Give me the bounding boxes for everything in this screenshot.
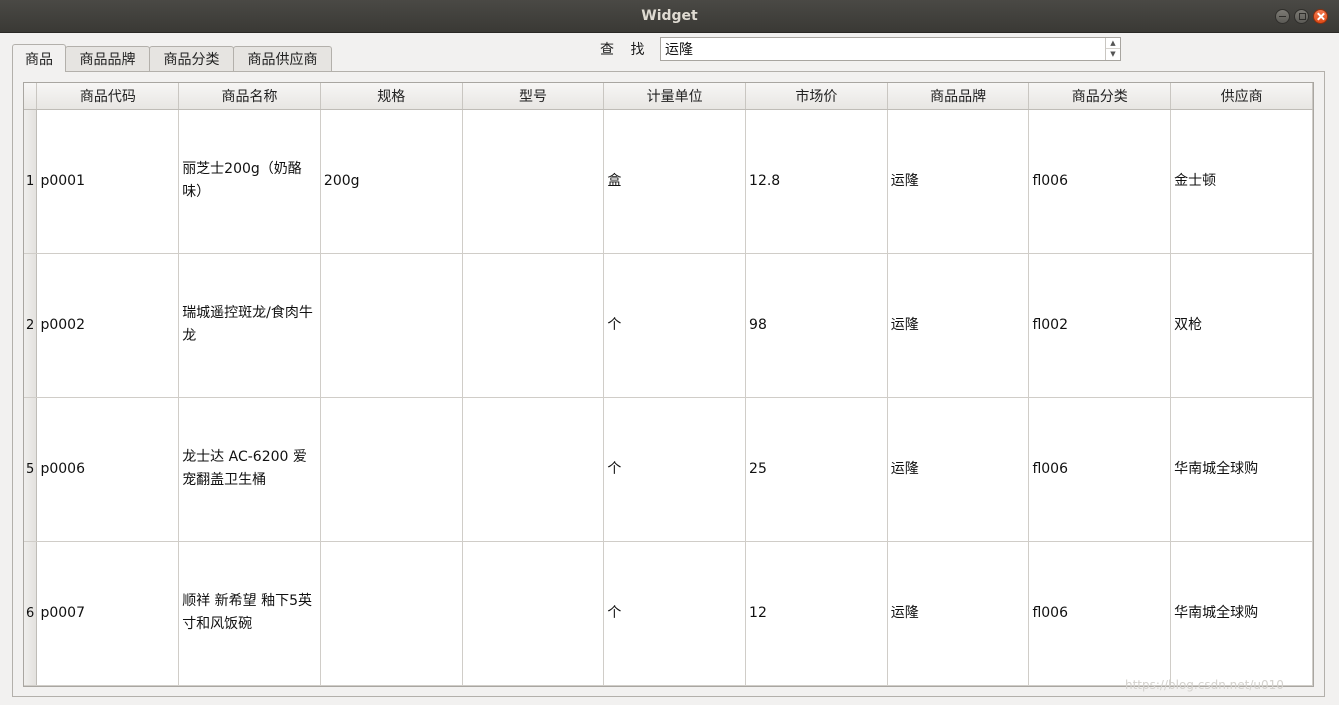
close-icon[interactable] bbox=[1313, 9, 1328, 24]
cell-price[interactable]: 12 bbox=[745, 541, 888, 686]
search-input[interactable] bbox=[661, 38, 1105, 60]
cell-category[interactable]: fl006 bbox=[1028, 541, 1172, 686]
cell-price[interactable]: 98 bbox=[745, 253, 888, 398]
cell-brand[interactable]: 运隆 bbox=[887, 541, 1030, 686]
tab-products[interactable]: 商品 bbox=[12, 44, 66, 72]
cell-code[interactable]: p0002 bbox=[36, 253, 180, 398]
table-corner-button[interactable] bbox=[24, 83, 38, 110]
tab-suppliers[interactable]: 商品供应商 bbox=[233, 46, 332, 71]
cell-unit[interactable]: 个 bbox=[603, 397, 747, 542]
row-header[interactable]: 5 bbox=[24, 397, 38, 542]
row-header[interactable]: 1 bbox=[24, 109, 38, 254]
cell-category[interactable]: fl006 bbox=[1028, 109, 1172, 254]
cell-name[interactable]: 龙士达 AC-6200 爱宠翻盖卫生桶 bbox=[178, 397, 321, 542]
cell-code[interactable]: p0001 bbox=[36, 109, 180, 254]
column-header-name[interactable]: 商品名称 bbox=[178, 83, 321, 110]
tab-brands[interactable]: 商品品牌 bbox=[65, 46, 150, 71]
row-header[interactable]: 6 bbox=[24, 541, 38, 686]
table-row[interactable]: 2 p0002 瑞城遥控斑龙/食肉牛龙 个 98 运隆 fl002 双枪 bbox=[24, 253, 1313, 398]
search-label: 查 找 bbox=[600, 42, 651, 58]
cell-supplier[interactable]: 金士顿 bbox=[1170, 109, 1313, 254]
cell-supplier[interactable]: 华南城全球购 bbox=[1170, 541, 1313, 686]
cell-supplier[interactable]: 双枪 bbox=[1170, 253, 1313, 398]
column-header-brand[interactable]: 商品品牌 bbox=[887, 83, 1030, 110]
table-header-row: 商品代码 商品名称 规格 型号 计量单位 市场价 商品品牌 商品分类 供应商 bbox=[24, 83, 1313, 110]
table-row[interactable]: 6 p0007 顺祥 新希望 釉下5英寸和风饭碗 个 12 运隆 fl006 华… bbox=[24, 541, 1313, 686]
row-header[interactable]: 2 bbox=[24, 253, 38, 398]
search-combobox[interactable]: ▲ ▼ bbox=[660, 37, 1121, 61]
cell-unit[interactable]: 个 bbox=[603, 253, 747, 398]
table-row[interactable]: 1 p0001 丽芝士200g（奶酪味） 200g 盒 12.8 运隆 fl00… bbox=[24, 109, 1313, 254]
cell-spec[interactable] bbox=[320, 397, 463, 542]
cell-model[interactable] bbox=[462, 109, 605, 254]
cell-name[interactable]: 瑞城遥控斑龙/食肉牛龙 bbox=[178, 253, 321, 398]
arrow-up-icon[interactable]: ▲ bbox=[1106, 38, 1120, 49]
cell-name[interactable]: 丽芝士200g（奶酪味） bbox=[178, 109, 321, 254]
watermark-text: https://blog.csdn.net/u010 bbox=[1125, 678, 1284, 692]
cell-category[interactable]: fl006 bbox=[1028, 397, 1172, 542]
window-title: Widget bbox=[641, 8, 698, 24]
table-row[interactable]: 5 p0006 龙士达 AC-6200 爱宠翻盖卫生桶 个 25 运隆 fl00… bbox=[24, 397, 1313, 542]
cell-spec[interactable]: 200g bbox=[320, 109, 463, 254]
minimize-icon[interactable] bbox=[1275, 9, 1290, 24]
cell-price[interactable]: 25 bbox=[745, 397, 888, 542]
products-panel: 商品代码 商品名称 规格 型号 计量单位 市场价 商品品牌 商品分类 供应商 1… bbox=[12, 71, 1325, 697]
cell-brand[interactable]: 运隆 bbox=[887, 253, 1030, 398]
window-titlebar[interactable]: Widget bbox=[0, 0, 1339, 33]
column-header-category[interactable]: 商品分类 bbox=[1028, 83, 1172, 110]
column-header-model[interactable]: 型号 bbox=[462, 83, 605, 110]
products-table: 商品代码 商品名称 规格 型号 计量单位 市场价 商品品牌 商品分类 供应商 1… bbox=[24, 83, 1313, 686]
cell-unit[interactable]: 盒 bbox=[603, 109, 747, 254]
search-spinner[interactable]: ▲ ▼ bbox=[1105, 38, 1120, 60]
cell-code[interactable]: p0007 bbox=[36, 541, 180, 686]
maximize-icon[interactable] bbox=[1294, 9, 1309, 24]
cell-code[interactable]: p0006 bbox=[36, 397, 180, 542]
arrow-down-icon[interactable]: ▼ bbox=[1106, 49, 1120, 60]
column-header-price[interactable]: 市场价 bbox=[745, 83, 888, 110]
cell-spec[interactable] bbox=[320, 541, 463, 686]
products-table-view[interactable]: 商品代码 商品名称 规格 型号 计量单位 市场价 商品品牌 商品分类 供应商 1… bbox=[23, 82, 1314, 687]
column-header-unit[interactable]: 计量单位 bbox=[603, 83, 747, 110]
cell-unit[interactable]: 个 bbox=[603, 541, 747, 686]
cell-model[interactable] bbox=[462, 397, 605, 542]
tab-categories[interactable]: 商品分类 bbox=[149, 46, 234, 71]
cell-brand[interactable]: 运隆 bbox=[887, 109, 1030, 254]
cell-model[interactable] bbox=[462, 541, 605, 686]
cell-category[interactable]: fl002 bbox=[1028, 253, 1172, 398]
cell-spec[interactable] bbox=[320, 253, 463, 398]
cell-price[interactable]: 12.8 bbox=[745, 109, 888, 254]
cell-model[interactable] bbox=[462, 253, 605, 398]
cell-supplier[interactable]: 华南城全球购 bbox=[1170, 397, 1313, 542]
cell-brand[interactable]: 运隆 bbox=[887, 397, 1030, 542]
column-header-spec[interactable]: 规格 bbox=[320, 83, 463, 110]
cell-name[interactable]: 顺祥 新希望 釉下5英寸和风饭碗 bbox=[178, 541, 321, 686]
column-header-supplier[interactable]: 供应商 bbox=[1170, 83, 1313, 110]
column-header-code[interactable]: 商品代码 bbox=[36, 83, 180, 110]
